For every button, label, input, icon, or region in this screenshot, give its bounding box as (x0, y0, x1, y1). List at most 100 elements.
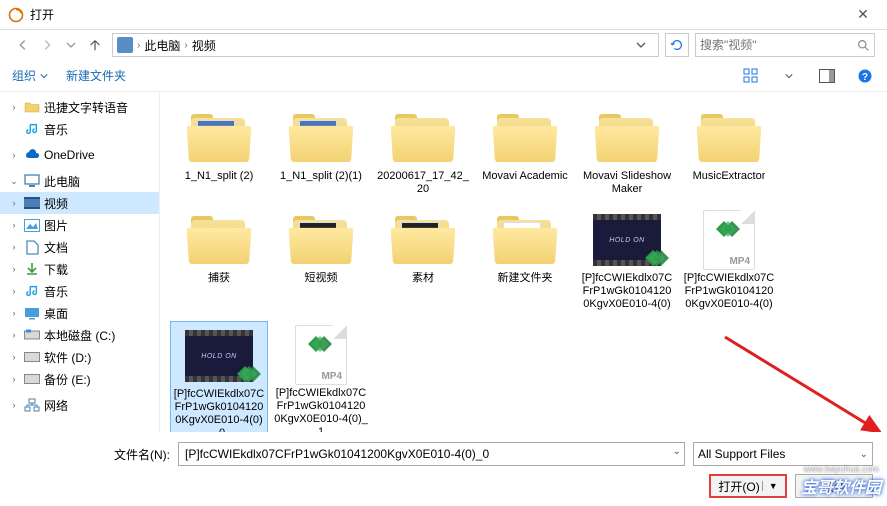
sidebar-item[interactable]: ›图片 (0, 214, 159, 236)
search-input[interactable] (700, 38, 857, 52)
sidebar-item[interactable]: ›本地磁盘 (C:) (0, 324, 159, 346)
file-item[interactable]: MP4新建文件夹 (476, 206, 574, 315)
tree-icon (24, 148, 40, 162)
help-button[interactable]: ? (855, 66, 875, 86)
sidebar-item[interactable]: ›OneDrive (0, 144, 159, 166)
tree-icon (24, 100, 40, 114)
preview-pane-button[interactable] (817, 66, 837, 86)
up-button[interactable] (84, 34, 106, 56)
file-name: Movavi Slideshow Maker (580, 170, 674, 196)
tree-icon (24, 262, 40, 276)
file-name: [P]fcCWIEkdlx07CFrP1wGk01041200KgvX0E010… (173, 388, 265, 432)
file-item[interactable]: MP4[P]fcCWIEkdlx07CFrP1wGk01041200KgvX0E… (272, 321, 370, 432)
sidebar-item[interactable]: ›文档 (0, 236, 159, 258)
file-type-filter[interactable]: All Support Files ⌄ (693, 442, 873, 466)
breadcrumb-root[interactable]: 此电脑 (144, 37, 180, 54)
expand-icon: › (8, 198, 20, 208)
refresh-button[interactable] (665, 33, 689, 57)
file-item[interactable]: 捕获 (170, 206, 268, 315)
new-folder-button[interactable]: 新建文件夹 (66, 67, 126, 84)
search-box[interactable] (695, 33, 875, 57)
recent-dropdown[interactable] (60, 34, 82, 56)
file-item[interactable]: Movavi Academic (476, 104, 574, 200)
file-item[interactable]: 1_N1_split (2) (170, 104, 268, 200)
filename-dropdown[interactable]: ⌄ (673, 446, 681, 457)
file-name: 捕获 (208, 272, 230, 285)
file-item[interactable]: 1_N1_split (2)(1) (272, 104, 370, 200)
open-button[interactable]: 打开(O) ▼ (709, 474, 787, 498)
sidebar-item[interactable]: ⌄此电脑 (0, 170, 159, 192)
file-item[interactable]: MusicExtractor (680, 104, 778, 200)
file-name: 短视频 (305, 272, 338, 285)
sidebar: › 迅捷文字转语音音乐 ›OneDrive ⌄此电脑›视频›图片›文档›下载›音乐›桌… (0, 92, 160, 432)
tree-icon (24, 174, 40, 188)
file-thumb: HOLD ON (185, 326, 253, 386)
sidebar-item[interactable]: ›网络 (0, 394, 159, 416)
breadcrumb[interactable]: › 此电脑 › 视频 (112, 33, 659, 57)
tree-label: 本地磁盘 (C:) (44, 327, 115, 344)
tree-icon (24, 122, 40, 136)
forward-button[interactable] (36, 34, 58, 56)
file-name: 1_N1_split (2) (185, 170, 253, 183)
tree-icon (24, 372, 40, 386)
chevron-right-icon: › (137, 40, 140, 51)
sidebar-item[interactable]: 音乐 (0, 118, 159, 140)
expand-icon: › (8, 102, 20, 112)
file-thumb: MP4 (491, 210, 559, 270)
chevron-down-icon: ⌄ (860, 449, 868, 460)
sidebar-item[interactable]: › 迅捷文字转语音 (0, 96, 159, 118)
file-pane[interactable]: 1_N1_split (2) 1_N1_split (2)(1) 20200617_… (160, 92, 887, 432)
organize-menu[interactable]: 组织 (12, 67, 48, 84)
chevron-right-icon: › (184, 40, 187, 51)
file-thumb (185, 210, 253, 270)
file-name: 1_N1_split (2)(1) (280, 170, 362, 183)
expand-icon: › (8, 150, 20, 160)
filename-label: 文件名(N): (114, 446, 170, 463)
address-bar: › 此电脑 › 视频 (0, 30, 887, 60)
file-item[interactable]: HOLD ON[P]fcCWIEkdlx07CFrP1wGk01041200Kg… (578, 206, 676, 315)
sidebar-item[interactable]: ›软件 (D:) (0, 346, 159, 368)
tree-label: 备份 (E:) (44, 371, 91, 388)
expand-icon: › (8, 308, 20, 318)
breadcrumb-folder[interactable]: 视频 (192, 37, 216, 54)
file-thumb: MP4 (287, 325, 355, 385)
file-item[interactable]: 素材 (374, 206, 472, 315)
file-thumb (389, 108, 457, 168)
sidebar-item[interactable]: ›音乐 (0, 280, 159, 302)
tree-label: 网络 (44, 397, 68, 414)
tree-label: 迅捷文字转语音 (44, 99, 128, 116)
expand-icon: › (8, 242, 20, 252)
tree-icon (24, 350, 40, 364)
expand-icon: › (8, 220, 20, 230)
expand-icon: ⌄ (8, 176, 20, 187)
sidebar-item[interactable]: ›桌面 (0, 302, 159, 324)
file-thumb (389, 210, 457, 270)
window-title: 打开 (30, 6, 847, 23)
file-item[interactable]: MP4[P]fcCWIEkdlx07CFrP1wGk01041200KgvX0E… (680, 206, 778, 315)
expand-icon: › (8, 286, 20, 296)
file-name: Movavi Academic (482, 170, 568, 183)
filename-input[interactable] (178, 442, 685, 466)
bottom-panel: 文件名(N): ⌄ All Support Files ⌄ 打开(O) ▼ 取消 (0, 432, 887, 506)
view-icons-button[interactable] (741, 66, 761, 86)
sidebar-item[interactable]: ›视频 (0, 192, 159, 214)
file-item[interactable]: HOLD ON[P]fcCWIEkdlx07CFrP1wGk01041200Kg… (170, 321, 268, 432)
close-button[interactable]: ✕ (847, 6, 879, 23)
file-thumb (287, 108, 355, 168)
file-thumb: MP4 (695, 210, 763, 270)
file-name: 素材 (412, 272, 434, 285)
file-item[interactable]: 短视频 (272, 206, 370, 315)
view-dropdown[interactable] (779, 66, 799, 86)
file-thumb (593, 108, 661, 168)
tree-label: 音乐 (44, 121, 68, 138)
sidebar-item[interactable]: ›下载 (0, 258, 159, 280)
sidebar-item[interactable]: ›备份 (E:) (0, 368, 159, 390)
tree-icon (24, 328, 40, 342)
back-button[interactable] (12, 34, 34, 56)
cancel-button[interactable]: 取消 (795, 474, 873, 498)
file-item[interactable]: Movavi Slideshow Maker (578, 104, 676, 200)
tree-icon (24, 196, 40, 210)
file-thumb (287, 210, 355, 270)
file-item[interactable]: 20200617_17_42_20 (374, 104, 472, 200)
breadcrumb-dropdown[interactable] (628, 40, 654, 50)
